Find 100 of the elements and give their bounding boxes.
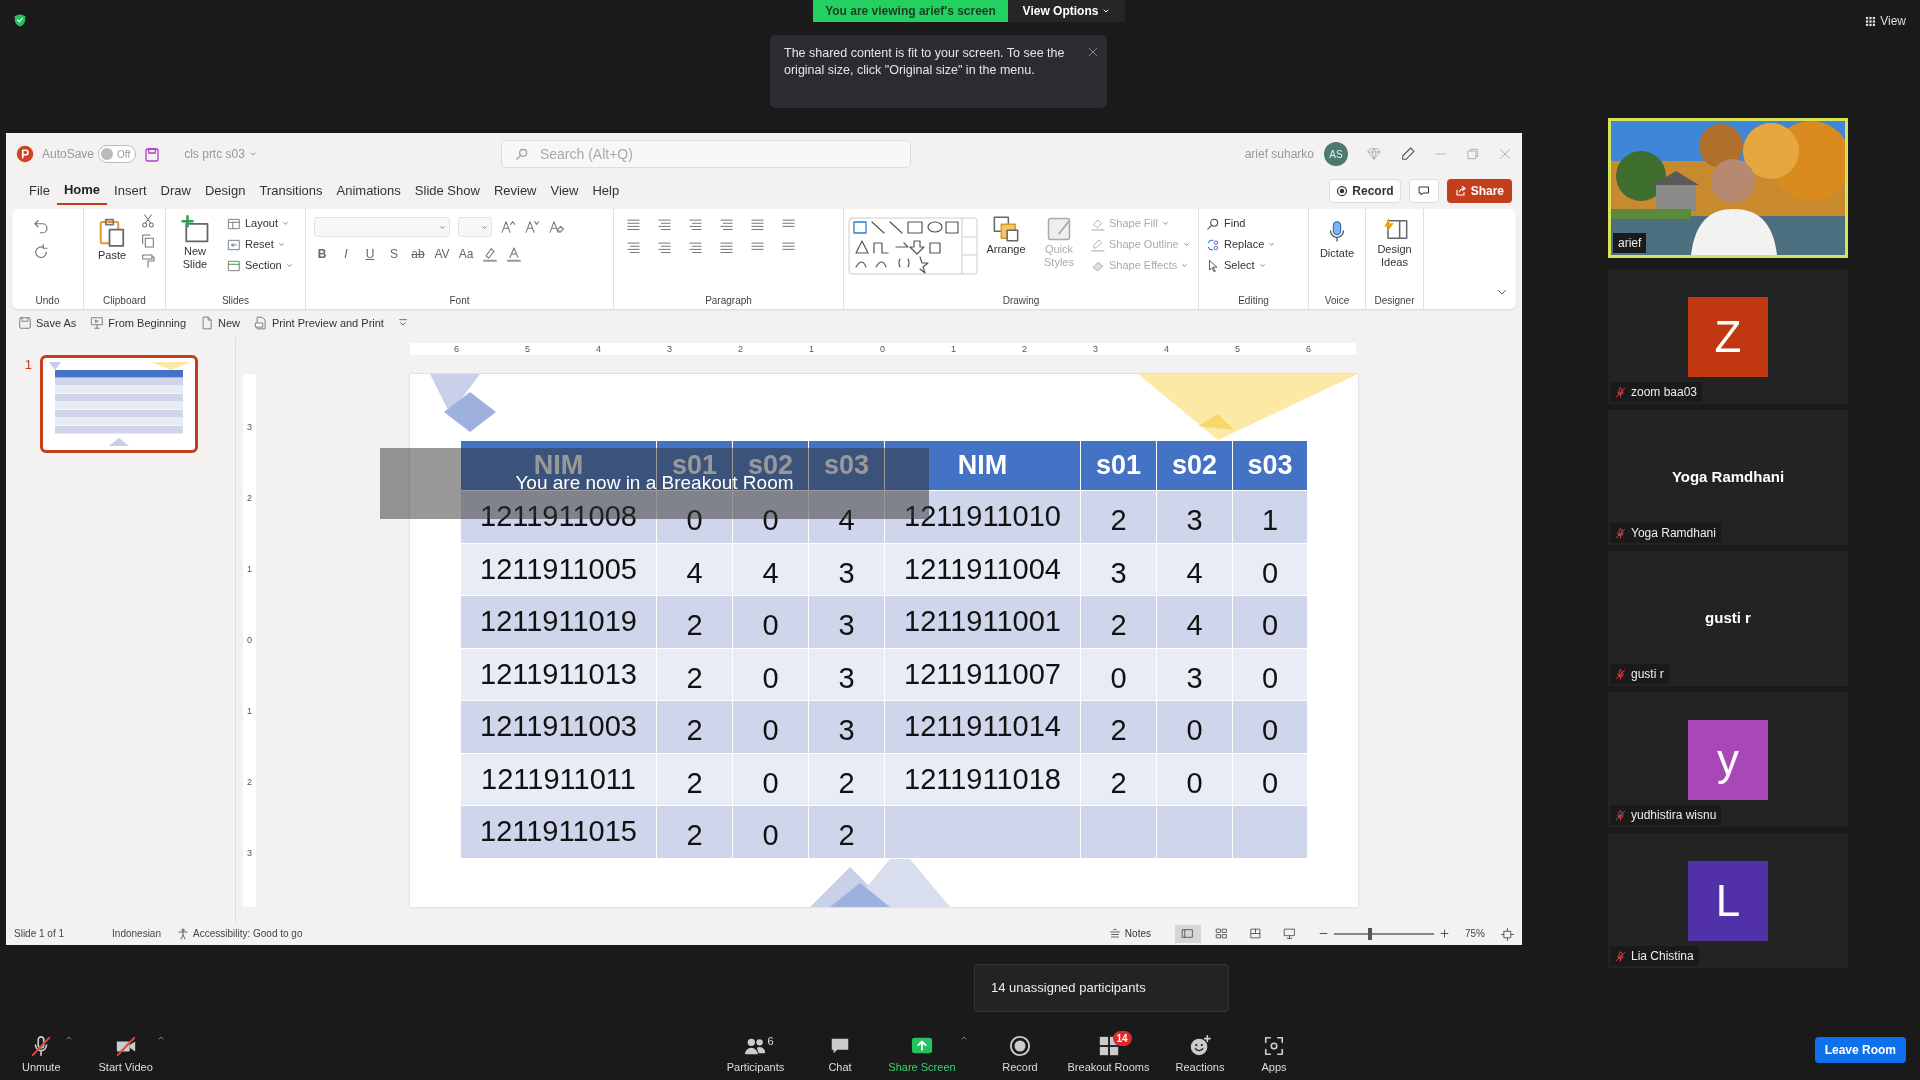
start-video-button[interactable]: Start Video xyxy=(98,1034,153,1075)
font-style-button[interactable]: S xyxy=(386,245,402,263)
menu-tab[interactable]: Animations xyxy=(329,178,408,204)
font-style-button[interactable]: I xyxy=(338,245,354,263)
align-center-icon[interactable] xyxy=(657,240,672,255)
menu-tab[interactable]: Home xyxy=(56,177,108,205)
menu-tab[interactable]: Design xyxy=(197,178,253,204)
record-button[interactable]: Record xyxy=(1002,1034,1038,1075)
from-beginning-button[interactable]: From Beginning xyxy=(90,314,186,332)
zoom-slider-thumb[interactable] xyxy=(1368,927,1372,940)
user-avatar[interactable]: AS xyxy=(1324,142,1348,166)
save-icon[interactable] xyxy=(144,146,161,163)
table-cell: 2 xyxy=(1080,595,1157,648)
find-button[interactable]: Find xyxy=(1203,213,1279,234)
select-button[interactable]: Select xyxy=(1203,255,1279,276)
search-field[interactable]: Search (Alt+Q) xyxy=(500,140,911,168)
save-as-button[interactable]: Save As xyxy=(18,314,77,332)
unassigned-participants-tooltip: 14 unassigned participants xyxy=(974,964,1229,1012)
font-style-button[interactable]: U xyxy=(362,245,378,263)
menu-tab[interactable]: Draw xyxy=(153,178,198,204)
comment-button[interactable] xyxy=(1408,179,1439,203)
align-right-icon[interactable] xyxy=(688,240,703,255)
layout-button[interactable]: Layout xyxy=(224,213,296,234)
print-preview-button[interactable]: Print Preview and Print xyxy=(254,314,384,332)
menu-tab[interactable]: Slide Show xyxy=(407,178,487,204)
muted-microphone-icon xyxy=(1615,386,1626,398)
table-cell: 0 xyxy=(1232,595,1308,648)
customize-icon[interactable] xyxy=(397,318,408,328)
section-button[interactable]: Section xyxy=(224,255,296,276)
menu-tab[interactable]: Help xyxy=(585,178,627,204)
unmute-button[interactable]: Unmute xyxy=(22,1034,61,1075)
replace-button[interactable]: Replace xyxy=(1203,234,1279,255)
participant-tile[interactable]: y yudhistira wisnu xyxy=(1608,692,1848,827)
reactions-button[interactable]: Reactions xyxy=(1175,1034,1225,1075)
share-button[interactable]: Share xyxy=(1446,179,1512,203)
participant-tile[interactable]: arief xyxy=(1608,118,1848,258)
menu-tab[interactable]: Transitions xyxy=(252,178,330,204)
participant-name: yudhistira wisnu xyxy=(1631,807,1717,824)
copy-icon[interactable] xyxy=(140,233,156,249)
new-slide-button[interactable]: New Slide xyxy=(170,213,220,274)
caret-icon[interactable] xyxy=(959,1034,968,1041)
zoom-percentage[interactable]: 75% xyxy=(1465,926,1485,941)
design-ideas-button[interactable]: Design Ideas xyxy=(1370,213,1419,272)
shrink-font-icon[interactable] xyxy=(524,219,540,235)
paste-button[interactable]: Paste xyxy=(88,213,136,265)
participants-button[interactable]: Participants 6 xyxy=(726,1034,785,1075)
language-label[interactable]: Indonesian xyxy=(112,926,161,941)
dictate-button[interactable]: Dictate xyxy=(1313,213,1361,263)
apps-button[interactable]: Apps xyxy=(1261,1034,1287,1075)
notes-button[interactable]: Notes xyxy=(1108,926,1151,941)
menu-tab[interactable]: Insert xyxy=(107,178,154,204)
caret-icon[interactable] xyxy=(64,1034,73,1041)
participant-tile[interactable]: Z zoom baa03 xyxy=(1608,269,1848,404)
undo-icon[interactable] xyxy=(32,217,50,235)
arrange-button[interactable]: Arrange xyxy=(982,213,1030,259)
view-options-button[interactable]: View Options xyxy=(1008,0,1125,22)
new-button[interactable]: New xyxy=(200,314,241,332)
pen-icon[interactable] xyxy=(1400,146,1416,162)
justify-icon[interactable] xyxy=(719,240,734,255)
view-button[interactable]: View xyxy=(1865,12,1906,30)
leave-room-button[interactable]: Leave Room xyxy=(1814,1037,1906,1063)
share-button[interactable]: Share Screen xyxy=(888,1034,956,1075)
menu-tab[interactable]: Review xyxy=(486,178,544,204)
table-cell: 3 xyxy=(808,543,885,596)
scissors-icon[interactable] xyxy=(140,213,156,229)
reset-button[interactable]: Reset xyxy=(224,234,296,255)
font-size-field[interactable] xyxy=(458,217,492,237)
record-button[interactable]: Record xyxy=(1329,179,1401,203)
highlighter-icon[interactable] xyxy=(482,246,498,262)
accessibility-status[interactable]: Accessibility: Good to go xyxy=(193,926,303,941)
table-cell: 0 xyxy=(1156,700,1233,753)
participant-tile[interactable]: gusti r gusti r xyxy=(1608,551,1848,686)
chat-button[interactable]: Chat xyxy=(828,1034,852,1075)
participant-tile[interactable]: Yoga Ramdhani Yoga Ramdhani xyxy=(1608,410,1848,545)
table-cell: 2 xyxy=(656,805,733,858)
clear-format-icon[interactable] xyxy=(548,219,564,235)
menu-tab[interactable]: File xyxy=(22,178,57,204)
reset-icon xyxy=(227,237,241,252)
participant-tile[interactable]: L Lia Chistina xyxy=(1608,833,1848,968)
brush-icon[interactable] xyxy=(140,253,156,269)
participant-display-name: Yoga Ramdhani xyxy=(1671,467,1785,488)
font-style-button[interactable]: AV xyxy=(434,245,450,263)
zoom-in-icon[interactable] xyxy=(1440,929,1449,938)
caret-icon[interactable] xyxy=(156,1034,165,1041)
grow-font-icon[interactable] xyxy=(500,219,516,235)
font-name-field[interactable] xyxy=(314,217,450,237)
font-color-icon[interactable] xyxy=(506,246,522,262)
menu-tab[interactable]: View xyxy=(543,178,586,204)
font-style-button[interactable]: ab xyxy=(410,245,426,263)
font-style-button[interactable]: Aa xyxy=(458,245,474,263)
redo-icon[interactable] xyxy=(32,243,50,261)
normal-view-icon xyxy=(1181,927,1195,940)
fit-slide-icon[interactable] xyxy=(1501,927,1514,941)
font-style-button[interactable]: B xyxy=(314,245,330,263)
search-icon xyxy=(1206,216,1220,231)
slide-thumbnail[interactable] xyxy=(40,355,198,453)
align-left-icon[interactable] xyxy=(626,240,641,255)
close-icon[interactable] xyxy=(1087,45,1099,58)
view-mode-button[interactable] xyxy=(1175,924,1201,943)
ruler-number: 2 xyxy=(1021,343,1028,355)
